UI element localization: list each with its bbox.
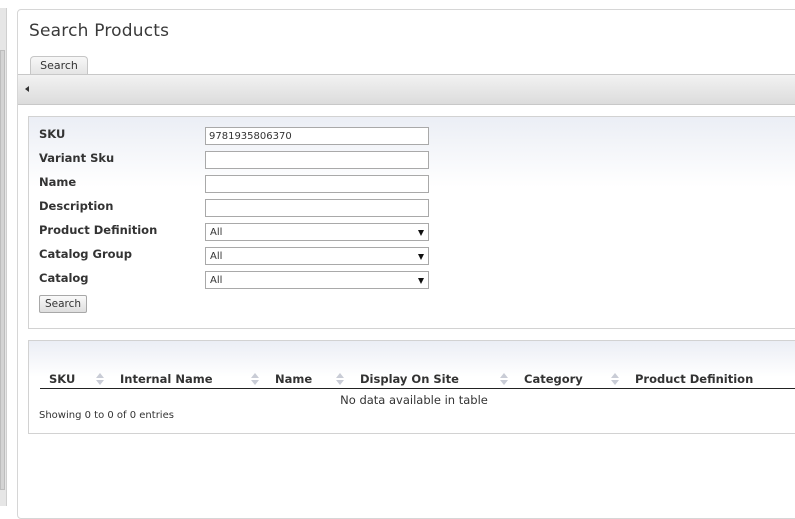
sku-input[interactable] — [205, 127, 429, 145]
sort-icon[interactable] — [336, 372, 344, 386]
catalog-group-value: All — [210, 251, 223, 262]
column-header-name[interactable]: Name — [275, 372, 312, 386]
left-scrollbar-thumb[interactable] — [0, 50, 5, 490]
chevron-down-icon — [418, 254, 424, 260]
column-header-display-on-site[interactable]: Display On Site — [360, 372, 459, 386]
sort-icon[interactable] — [251, 372, 259, 386]
column-header-product-definition[interactable]: Product Definition — [635, 372, 753, 386]
chevron-down-icon — [418, 230, 424, 236]
column-header-sku[interactable]: SKU — [49, 372, 75, 386]
page-title: Search Products — [29, 21, 170, 41]
left-scrollbar[interactable] — [0, 8, 7, 506]
description-input[interactable] — [205, 199, 429, 217]
sku-label: SKU — [39, 127, 66, 141]
product-definition-select[interactable]: All — [205, 223, 429, 241]
table-header-divider — [40, 388, 795, 389]
name-label: Name — [39, 175, 77, 189]
catalog-group-label: Catalog Group — [39, 247, 132, 261]
description-label: Description — [39, 199, 114, 213]
column-header-category[interactable]: Category — [524, 372, 583, 386]
tab-search[interactable]: Search — [30, 56, 88, 75]
sort-icon[interactable] — [96, 372, 104, 386]
name-input[interactable] — [205, 175, 429, 193]
catalog-value: All — [210, 275, 223, 286]
catalog-label: Catalog — [39, 271, 89, 285]
catalog-select[interactable]: All — [205, 271, 429, 289]
sort-icon[interactable] — [500, 372, 508, 386]
empty-table-message: No data available in table — [340, 393, 488, 407]
product-definition-value: All — [210, 227, 223, 238]
chevron-down-icon — [418, 278, 424, 284]
table-info: Showing 0 to 0 of 0 entries — [39, 410, 174, 421]
catalog-group-select[interactable]: All — [205, 247, 429, 265]
search-button[interactable]: Search — [39, 295, 87, 313]
variant-sku-input[interactable] — [205, 151, 429, 169]
tab-toolbar — [18, 74, 795, 105]
product-definition-label: Product Definition — [39, 223, 158, 237]
variant-sku-label: Variant Sku — [39, 151, 115, 165]
sort-icon[interactable] — [611, 372, 619, 386]
column-header-internal-name[interactable]: Internal Name — [120, 372, 213, 386]
triangle-left-icon[interactable] — [25, 86, 29, 92]
